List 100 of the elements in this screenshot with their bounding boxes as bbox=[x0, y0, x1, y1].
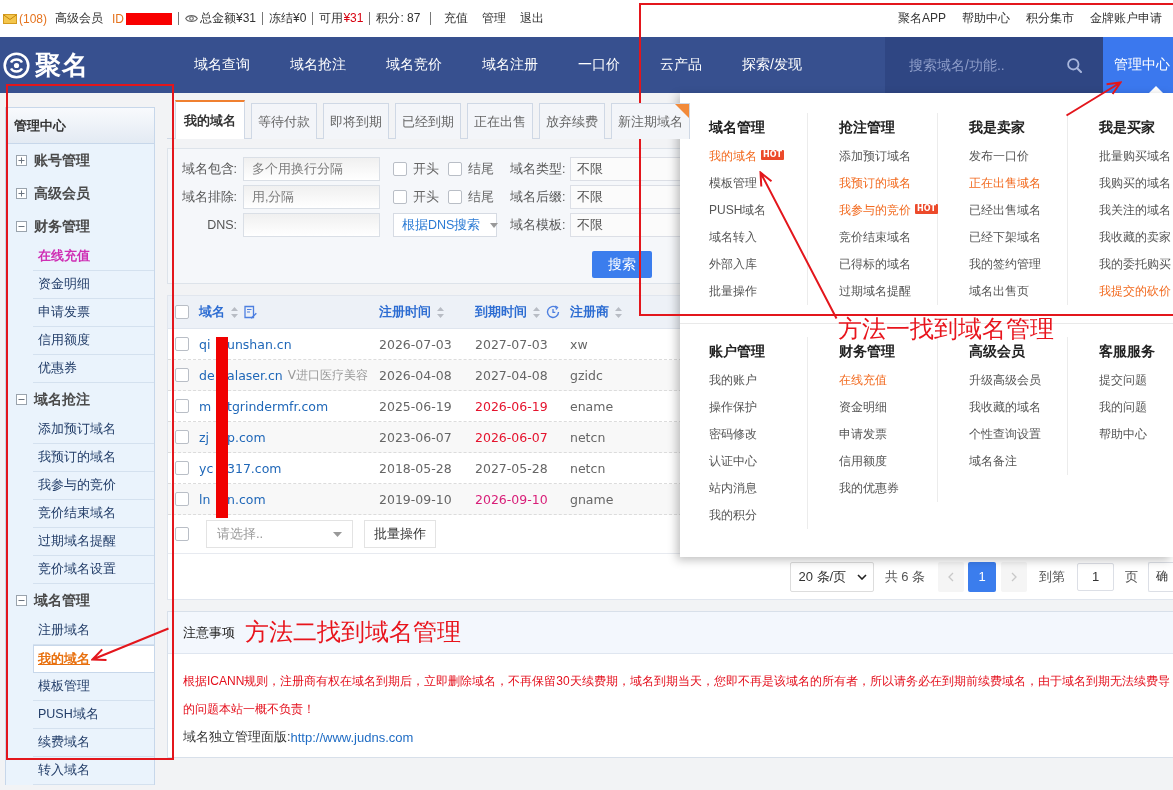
checkbox[interactable] bbox=[448, 190, 462, 204]
domain-link[interactable]: yc bbox=[199, 460, 214, 476]
page-input[interactable]: 1 bbox=[1077, 562, 1114, 591]
menu-item[interactable]: 信用额度 bbox=[839, 453, 887, 470]
menu-item[interactable]: 域名备注 bbox=[969, 453, 1017, 470]
plus-box-icon[interactable] bbox=[16, 155, 27, 166]
menu-item[interactable]: 我的签约管理 bbox=[969, 256, 1041, 273]
header-link[interactable]: 积分集市 bbox=[1026, 10, 1074, 27]
nav-item[interactable]: 云产品 bbox=[660, 56, 702, 74]
menu-item[interactable]: 我的积分 bbox=[709, 507, 757, 524]
domain-link[interactable]: unshan.cn bbox=[227, 336, 292, 352]
menu-item[interactable]: 批量购买域名 bbox=[1099, 148, 1171, 165]
sidebar-item[interactable]: 转入域名 bbox=[38, 762, 90, 779]
sidebar-item[interactable]: 我预订的域名 bbox=[38, 449, 116, 466]
nav-item[interactable]: 探索/发现 bbox=[742, 56, 802, 74]
page-button[interactable]: 1 bbox=[968, 561, 996, 592]
select-field[interactable]: 不限 bbox=[570, 213, 680, 237]
menu-item[interactable]: 个性查询设置 bbox=[969, 426, 1041, 443]
dns-mode-select[interactable]: 根据DNS搜索 bbox=[393, 213, 497, 237]
page-size-select[interactable]: 20 条/页 bbox=[789, 561, 874, 592]
column-header[interactable]: 注册时间 bbox=[379, 303, 444, 321]
tab[interactable]: 等待付款 bbox=[251, 103, 317, 139]
sidebar-item[interactable]: 我参与的竞价 bbox=[38, 477, 116, 494]
menu-item[interactable]: 升级高级会员 bbox=[969, 372, 1041, 389]
minus-box-icon[interactable] bbox=[16, 221, 27, 232]
menu-item[interactable]: 我关注的域名 bbox=[1099, 202, 1171, 219]
minus-box-icon[interactable] bbox=[16, 595, 27, 606]
menu-item[interactable]: 站内消息 bbox=[709, 480, 757, 497]
sidebar-item[interactable]: 在线充值 bbox=[38, 248, 90, 265]
account-link[interactable]: 管理 bbox=[482, 10, 507, 27]
column-header[interactable]: 到期时间 bbox=[475, 303, 560, 321]
minus-box-icon[interactable] bbox=[16, 394, 27, 405]
notice-link[interactable]: http://www.judns.com bbox=[290, 729, 414, 745]
sidebar-item[interactable]: 添加预订域名 bbox=[38, 421, 116, 438]
menu-item[interactable]: 我的问题 bbox=[1099, 399, 1147, 416]
checkbox[interactable] bbox=[175, 337, 189, 351]
search-icon[interactable] bbox=[1067, 57, 1082, 73]
menu-item[interactable]: 提交问题 bbox=[1099, 372, 1147, 389]
menu-item[interactable]: 批量操作 bbox=[709, 283, 757, 300]
menu-item[interactable]: 资金明细 bbox=[839, 399, 887, 416]
input-field[interactable] bbox=[243, 213, 380, 237]
confirm-button[interactable]: 确 bbox=[1148, 561, 1173, 592]
sidebar-group[interactable]: 域名管理 bbox=[34, 591, 90, 610]
domain-link[interactable]: m bbox=[199, 398, 212, 414]
domain-link[interactable]: qi bbox=[199, 336, 211, 352]
sidebar-item[interactable]: 续费域名 bbox=[38, 734, 90, 751]
account-link[interactable]: 退出 bbox=[520, 10, 545, 27]
sidebar-item[interactable]: 资金明细 bbox=[38, 276, 90, 293]
menu-item[interactable]: 操作保护 bbox=[709, 399, 757, 416]
domain-link[interactable]: p.com bbox=[227, 429, 266, 445]
header-link[interactable]: 帮助中心 bbox=[962, 10, 1010, 27]
sidebar-item[interactable]: 竞价域名设置 bbox=[38, 561, 116, 578]
menu-item[interactable]: 发布一口价 bbox=[969, 148, 1029, 165]
menu-item[interactable]: 已经出售域名 bbox=[969, 202, 1041, 219]
sidebar-group[interactable]: 账号管理 bbox=[34, 151, 90, 170]
input-field[interactable]: 多个用换行分隔 bbox=[243, 157, 380, 181]
domain-link[interactable]: 317.com bbox=[227, 460, 282, 476]
tab[interactable]: 即将到期 bbox=[323, 103, 389, 139]
checkbox[interactable] bbox=[175, 430, 189, 444]
header-link[interactable]: 聚名APP bbox=[898, 10, 946, 27]
sidebar-item[interactable]: 模板管理 bbox=[38, 678, 90, 695]
domain-link[interactable]: tgrindermfr.com bbox=[227, 398, 329, 414]
tab[interactable]: 已经到期 bbox=[395, 103, 461, 139]
menu-item[interactable]: 外部入库 bbox=[709, 256, 757, 273]
checkbox[interactable] bbox=[393, 190, 407, 204]
checkbox[interactable] bbox=[175, 527, 189, 541]
domain-link[interactable]: n.com bbox=[227, 491, 266, 507]
batch-button[interactable]: 批量操作 bbox=[364, 520, 436, 548]
search-button[interactable]: 搜索 bbox=[592, 251, 652, 278]
checkbox[interactable] bbox=[175, 492, 189, 506]
menu-item[interactable]: 我收藏的域名 bbox=[969, 399, 1041, 416]
nav-item[interactable]: 一口价 bbox=[578, 56, 620, 74]
sidebar-group[interactable]: 域名抢注 bbox=[34, 390, 90, 409]
sidebar-item[interactable]: 优惠券 bbox=[38, 360, 77, 377]
select-field[interactable]: 不限 bbox=[570, 157, 680, 181]
sidebar-item[interactable]: 竞价结束域名 bbox=[38, 505, 116, 522]
menu-item[interactable]: 域名转入 bbox=[709, 229, 757, 246]
column-header[interactable]: 注册商 bbox=[570, 303, 622, 321]
menu-item[interactable]: 我购买的域名 bbox=[1099, 175, 1171, 192]
menu-item[interactable]: 已经下架域名 bbox=[969, 229, 1041, 246]
sidebar-item[interactable]: 过期域名提醒 bbox=[38, 533, 116, 550]
menu-item[interactable]: 添加预订域名 bbox=[839, 148, 911, 165]
sidebar-item[interactable]: PUSH域名 bbox=[38, 706, 99, 723]
domain-link[interactable]: ln bbox=[199, 491, 211, 507]
menu-item[interactable]: 密码修改 bbox=[709, 426, 757, 443]
tab[interactable]: 我的域名 bbox=[175, 100, 245, 139]
sidebar-group[interactable]: 高级会员 bbox=[34, 184, 90, 203]
sidebar-item[interactable]: 申请发票 bbox=[38, 304, 90, 321]
domain-link[interactable]: alaser.cn bbox=[227, 367, 283, 383]
nav-item[interactable]: 管理中心 bbox=[1103, 37, 1173, 93]
select-field[interactable]: 不限 bbox=[570, 185, 680, 209]
checkbox[interactable] bbox=[448, 162, 462, 176]
menu-item[interactable]: PUSH域名 bbox=[709, 202, 767, 219]
sidebar-item[interactable]: 信用额度 bbox=[38, 332, 90, 349]
domain-link[interactable]: zj bbox=[199, 429, 210, 445]
checkbox[interactable] bbox=[393, 162, 407, 176]
sidebar-group[interactable]: 财务管理 bbox=[34, 217, 90, 236]
menu-item[interactable]: 我的账户 bbox=[709, 372, 757, 389]
search-field[interactable]: 搜索域名/功能.. bbox=[885, 37, 1103, 93]
tab[interactable]: 正在出售 bbox=[467, 103, 533, 139]
